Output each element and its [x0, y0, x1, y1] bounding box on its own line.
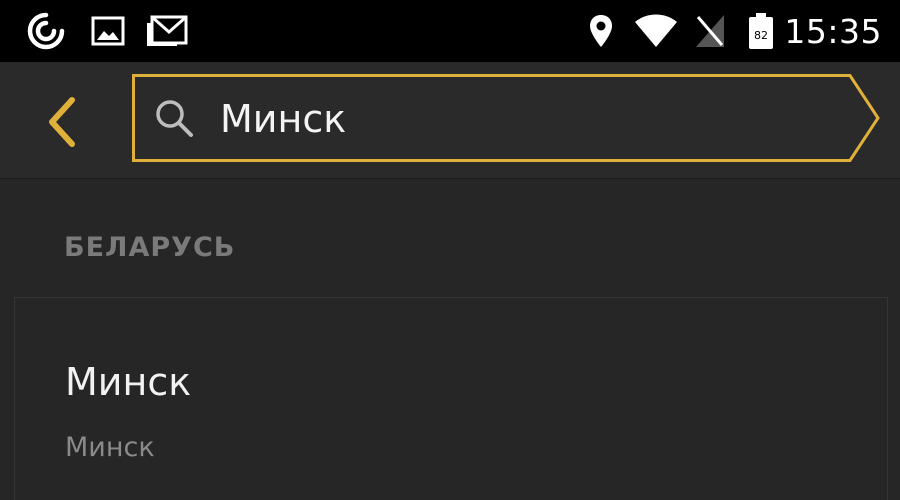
search-icon: [152, 96, 196, 140]
pocket-casts-icon: [24, 0, 68, 62]
search-toolbar: Минск: [0, 62, 900, 179]
section-header-country: БЕЛАРУСЬ: [64, 232, 236, 263]
search-input[interactable]: Минск: [220, 74, 780, 162]
result-title: Минск: [65, 360, 192, 404]
search-box[interactable]: Минск: [132, 74, 882, 162]
gmail-icon: [144, 0, 190, 62]
status-time: 15:35: [784, 12, 882, 51]
image-icon: [88, 0, 128, 62]
location-pin-icon: [586, 0, 616, 62]
result-subtitle: Минск: [65, 432, 155, 463]
battery-icon: 82: [746, 0, 776, 62]
status-bar: 82 15:35: [0, 0, 900, 62]
no-sim-icon: [692, 0, 728, 62]
screen: 82 15:35 Минск БЕЛАРУСЬ Минск Минск: [0, 0, 900, 500]
wifi-icon: [632, 0, 680, 62]
back-button[interactable]: [30, 90, 94, 154]
battery-level-text: 82: [754, 29, 768, 42]
chevron-left-icon: [49, 97, 75, 147]
result-list-item[interactable]: Минск Минск: [14, 297, 888, 500]
